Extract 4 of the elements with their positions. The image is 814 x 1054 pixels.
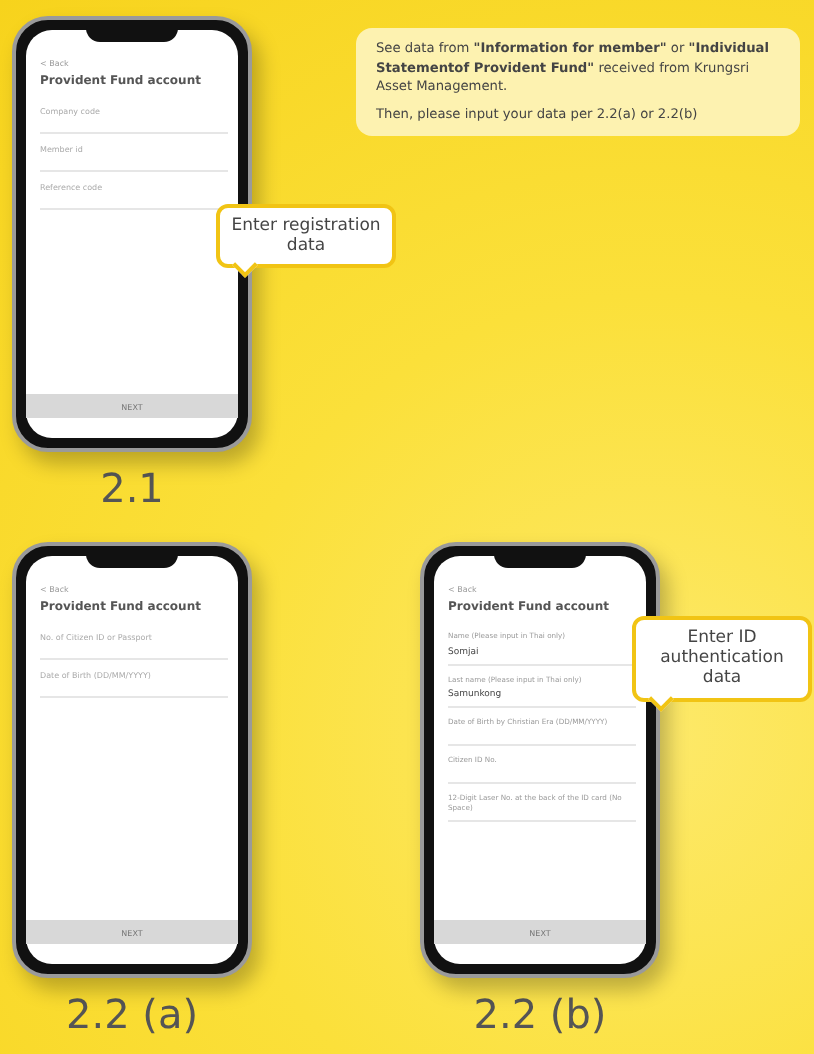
step-label: 2.2 (a)	[65, 990, 199, 1038]
bubble-text: Enter ID authentication data	[660, 628, 784, 689]
step-label: 2.1	[100, 464, 164, 512]
step-label: 2.2 (b)	[473, 990, 607, 1038]
